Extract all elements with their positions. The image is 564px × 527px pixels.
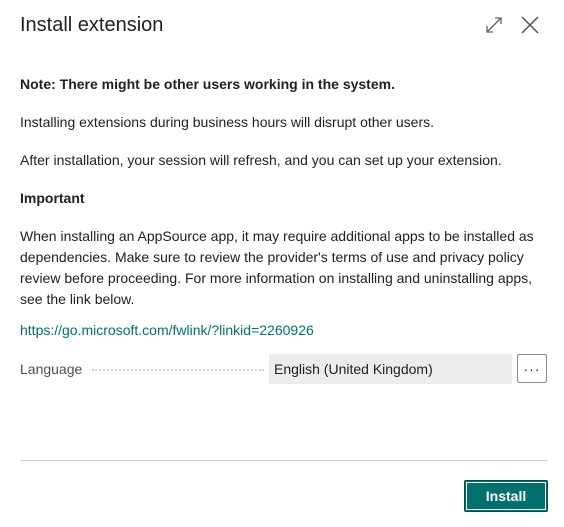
note-text: Note: There might be other users working… <box>20 76 395 92</box>
important-heading: Important <box>20 190 85 206</box>
info-link[interactable]: https://go.microsoft.com/fwlink/?linkid=… <box>20 320 314 340</box>
install-button[interactable]: Install <box>464 480 548 512</box>
language-field[interactable]: English (United Kingdom) <box>269 354 512 384</box>
language-lookup-button[interactable]: ··· <box>517 354 547 383</box>
disruption-paragraph: Installing extensions during business ho… <box>20 114 434 130</box>
language-label: Language <box>20 361 83 377</box>
appsource-paragraph: When installing an AppSource app, it may… <box>20 228 534 307</box>
language-leader-dots <box>92 369 264 371</box>
footer-divider <box>20 460 548 461</box>
dialog-title: Install extension <box>20 14 164 36</box>
expand-icon <box>486 17 502 33</box>
close-button[interactable] <box>517 12 543 38</box>
install-extension-dialog: Install extension Note: There might be o… <box>0 0 564 527</box>
session-refresh-paragraph: After installation, your session will re… <box>20 152 502 168</box>
expand-button[interactable] <box>481 12 507 38</box>
close-icon <box>521 16 539 34</box>
